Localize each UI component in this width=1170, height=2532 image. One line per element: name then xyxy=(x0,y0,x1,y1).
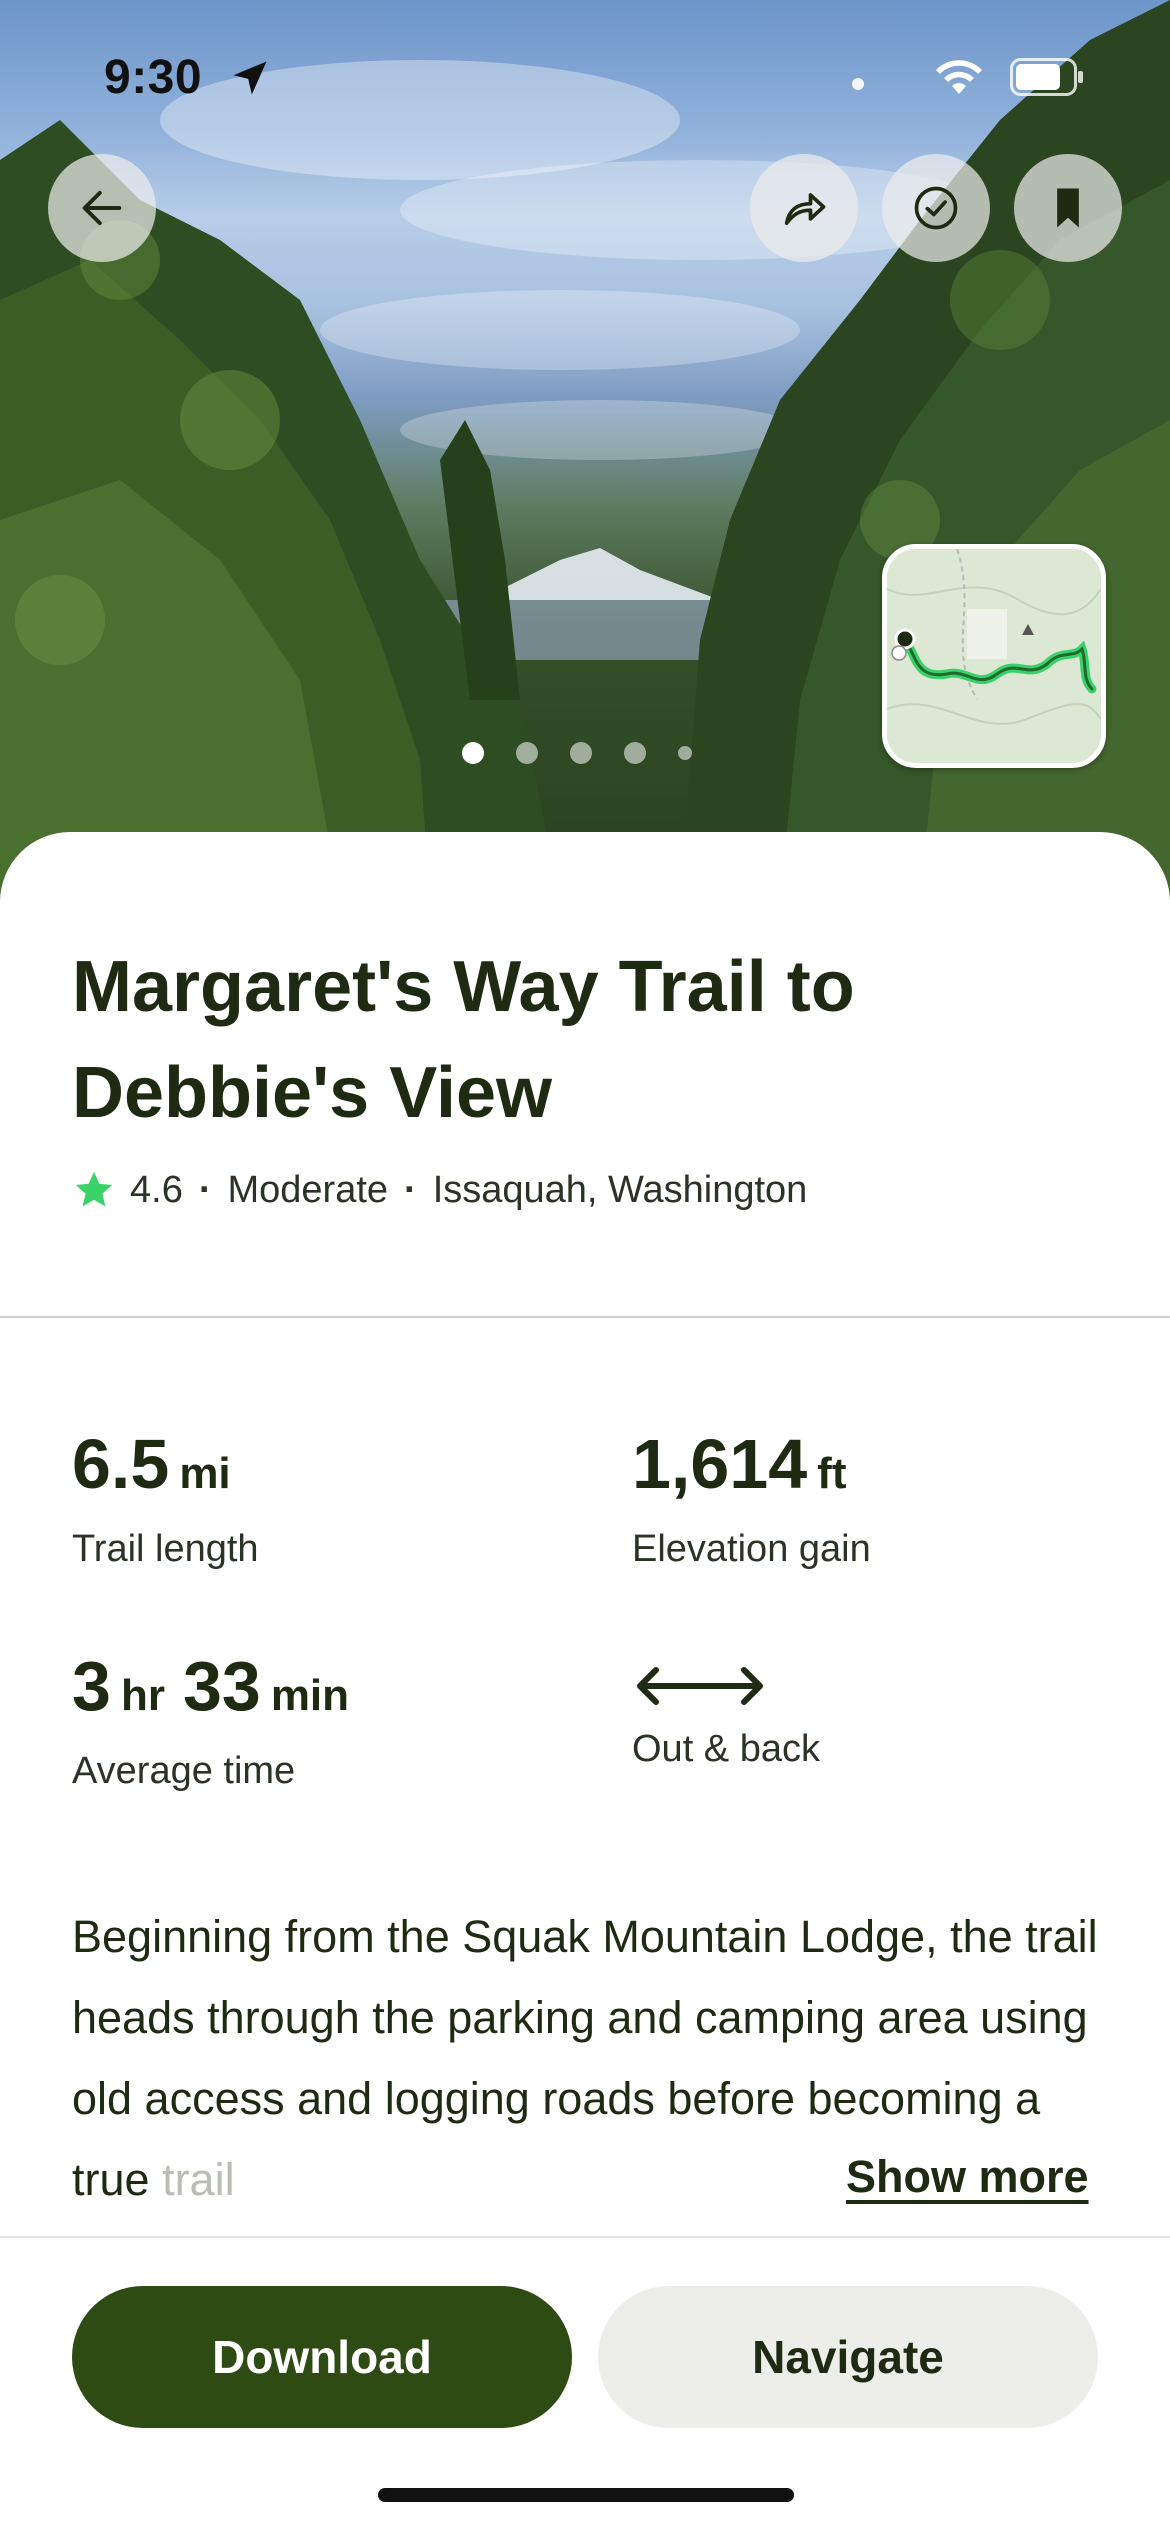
star-icon xyxy=(75,1171,113,1207)
page-dot[interactable] xyxy=(678,746,692,760)
cellular-signal-icon xyxy=(852,78,864,90)
time-hours: 3 xyxy=(72,1647,111,1725)
elevation-value: 1,614 xyxy=(632,1425,808,1503)
section-divider xyxy=(0,1316,1170,1318)
status-time: 9:30 xyxy=(104,51,203,104)
location-arrow-icon xyxy=(233,61,267,95)
photo-page-indicator xyxy=(462,740,692,766)
route-type-label: Out & back xyxy=(632,1728,820,1770)
check-circle-icon xyxy=(914,186,958,230)
wifi-icon xyxy=(936,60,982,94)
stat-trail-length: 6.5 mi Trail length xyxy=(72,1424,259,1571)
action-bar-divider xyxy=(0,2236,1170,2238)
location-link[interactable]: Issaquah, Washington xyxy=(433,1169,808,1212)
elevation-unit: ft xyxy=(817,1449,847,1498)
time-hours-unit: hr xyxy=(120,1671,165,1720)
page-dot[interactable] xyxy=(570,742,592,764)
status-bar: 9:30 xyxy=(0,0,1170,150)
length-value: 6.5 xyxy=(72,1425,170,1503)
navigate-button[interactable]: Navigate xyxy=(598,2286,1098,2428)
share-button[interactable] xyxy=(750,154,858,262)
bookmark-icon xyxy=(1057,188,1079,228)
hero-photo[interactable]: 9:30 xyxy=(0,0,1170,900)
trail-meta: 4.6 · Moderate · Issaquah, Washington xyxy=(72,1162,807,1218)
stat-elevation-gain: 1,614 ft Elevation gain xyxy=(632,1424,871,1571)
meta-separator: · xyxy=(198,1168,212,1211)
back-arrow-icon xyxy=(82,190,122,226)
battery-icon xyxy=(1010,58,1083,96)
stat-average-time: 3 hr 33 min Average time xyxy=(72,1646,349,1793)
trail-map-thumbnail[interactable] xyxy=(882,544,1106,768)
share-icon xyxy=(784,193,826,226)
page-dot[interactable] xyxy=(624,742,646,764)
trail-map-image xyxy=(887,549,1101,763)
home-indicator[interactable] xyxy=(378,2488,794,2502)
length-label: Trail length xyxy=(72,1528,259,1570)
rating-value[interactable]: 4.6 xyxy=(130,1169,183,1212)
mark-completed-button[interactable] xyxy=(882,154,990,262)
download-button[interactable]: Download xyxy=(72,2286,572,2428)
stat-route-type: Out & back xyxy=(632,1646,820,1771)
double-arrow-icon xyxy=(637,1667,763,1705)
meta-separator: · xyxy=(404,1168,417,1211)
bookmark-button[interactable] xyxy=(1014,154,1122,262)
time-minutes: 33 xyxy=(182,1647,261,1725)
page-dot[interactable] xyxy=(462,742,484,764)
description-faded-text: trail xyxy=(162,2154,235,2205)
time-minutes-unit: min xyxy=(270,1671,350,1720)
page-dot[interactable] xyxy=(516,742,538,764)
back-button[interactable] xyxy=(48,154,156,262)
difficulty-label: Moderate xyxy=(227,1168,389,1211)
length-unit: mi xyxy=(179,1449,231,1498)
time-label: Average time xyxy=(72,1750,296,1792)
show-more-link[interactable]: Show more xyxy=(840,2137,1089,2217)
elevation-label: Elevation gain xyxy=(632,1528,871,1570)
trail-title: Margaret's Way Trail to Debbie's View xyxy=(72,947,855,1133)
